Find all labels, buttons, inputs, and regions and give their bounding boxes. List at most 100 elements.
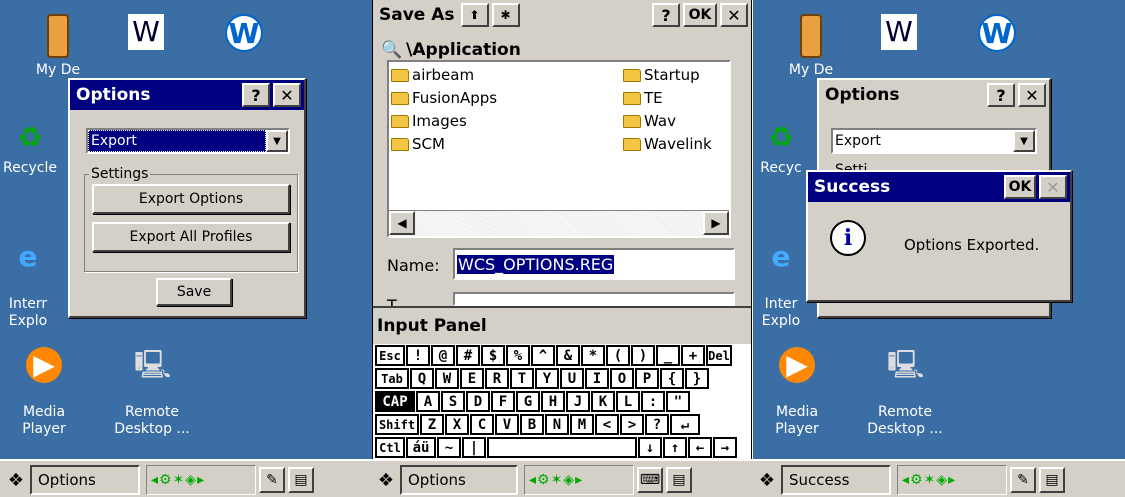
start-icon[interactable]: ❖ (2, 465, 30, 495)
keyboard-icon[interactable]: ⌨ (637, 467, 663, 493)
key[interactable]: @ (431, 345, 455, 366)
scroll-right-icon[interactable]: ▶ (703, 211, 729, 235)
export-combo[interactable]: Export ▼ (86, 128, 290, 154)
key[interactable]: : (641, 391, 665, 412)
windows-icon[interactable]: ▤ (666, 467, 692, 493)
folder-item[interactable]: SCM (391, 133, 497, 156)
key[interactable]: W (435, 368, 459, 389)
space-key[interactable] (487, 437, 637, 458)
key[interactable]: K (591, 391, 615, 412)
key[interactable]: { (660, 368, 684, 389)
key[interactable]: Ctl (375, 437, 405, 458)
export-options-button[interactable]: Export Options (92, 184, 290, 214)
task-options-button[interactable]: Options (400, 465, 518, 495)
key[interactable]: + (681, 345, 705, 366)
help-button[interactable]: ? (242, 83, 270, 107)
key[interactable]: " (666, 391, 690, 412)
key[interactable]: Q (410, 368, 434, 389)
ok-button[interactable]: OK (1004, 175, 1036, 199)
chevron-down-icon[interactable]: ▼ (1013, 130, 1035, 152)
key[interactable]: & (556, 345, 580, 366)
task-success-button[interactable]: Success (781, 465, 891, 495)
key[interactable]: P (635, 368, 659, 389)
key[interactable]: N (545, 414, 569, 435)
type-combo[interactable] (453, 292, 735, 306)
remote-desktop-icon[interactable]: 🖳 Remote Desktop ... (102, 330, 202, 438)
key[interactable]: I (585, 368, 609, 389)
media-player-icon[interactable]: ▶ Media Player (4, 330, 84, 438)
ok-button[interactable]: OK (683, 3, 717, 27)
folder-item[interactable]: FusionApps (391, 87, 497, 110)
filename-input[interactable]: WCS_OPTIONS.REG (453, 248, 735, 280)
key[interactable]: M (570, 414, 594, 435)
system-tray-icon[interactable]: ◂⚙✶◈▸ (524, 465, 634, 495)
save-button[interactable]: Save (156, 278, 232, 306)
key[interactable]: } (685, 368, 709, 389)
system-tray-icon[interactable]: ◂⚙✶◈▸ (146, 465, 256, 495)
windows-icon[interactable]: ▤ (1039, 467, 1065, 493)
key[interactable]: Z (420, 414, 444, 435)
key[interactable]: L (616, 391, 640, 412)
system-tray-icon[interactable]: ◂⚙✶◈▸ (897, 465, 1007, 495)
windows-icon[interactable]: ▤ (288, 467, 314, 493)
my-device-icon[interactable]: My De (8, 14, 108, 79)
key[interactable]: ↵ (670, 414, 700, 435)
key[interactable]: # (456, 345, 480, 366)
wavelink-shortcut-icon[interactable]: W (194, 14, 294, 56)
key[interactable]: X (445, 414, 469, 435)
key[interactable]: C (470, 414, 494, 435)
key[interactable]: áü (406, 437, 436, 458)
close-button[interactable]: ✕ (720, 3, 748, 27)
new-folder-icon[interactable]: ✱ (491, 3, 520, 27)
horizontal-scrollbar[interactable]: ◀ ▶ (389, 210, 729, 236)
key[interactable]: ! (406, 345, 430, 366)
key[interactable]: _ (656, 345, 680, 366)
key[interactable]: F (491, 391, 515, 412)
help-button[interactable]: ? (652, 3, 680, 27)
key[interactable]: | (462, 437, 486, 458)
folder-item[interactable]: airbeam (391, 64, 497, 87)
word-shortcut-icon[interactable]: W (96, 14, 196, 54)
folder-item[interactable]: Startup (623, 64, 712, 87)
folder-item[interactable]: TE (623, 87, 712, 110)
word-shortcut-icon[interactable]: W (849, 14, 949, 54)
key[interactable]: $ (481, 345, 505, 366)
export-all-profiles-button[interactable]: Export All Profiles (92, 222, 290, 252)
start-icon[interactable]: ❖ (753, 465, 781, 495)
key[interactable]: E (460, 368, 484, 389)
key[interactable]: O (610, 368, 634, 389)
key[interactable]: R (485, 368, 509, 389)
close-button[interactable]: ✕ (273, 83, 301, 107)
close-button[interactable]: ✕ (1039, 175, 1067, 199)
wavelink-shortcut-icon[interactable]: W (947, 14, 1047, 56)
folder-item[interactable]: Images (391, 110, 497, 133)
key[interactable]: H (541, 391, 565, 412)
key[interactable]: CAP (375, 391, 415, 412)
key[interactable]: S (441, 391, 465, 412)
chevron-down-icon[interactable]: ▼ (266, 130, 288, 152)
folder-item[interactable]: Wav (623, 110, 712, 133)
key[interactable]: ← (688, 437, 712, 458)
file-list[interactable]: airbeam FusionApps Images SCM Startup TE… (387, 60, 731, 238)
key[interactable]: Shift (375, 414, 419, 435)
key[interactable]: D (466, 391, 490, 412)
key[interactable]: * (581, 345, 605, 366)
media-player-icon[interactable]: ▶ Media Player (757, 330, 837, 438)
key[interactable]: ↑ (663, 437, 687, 458)
key[interactable]: Tab (375, 368, 409, 389)
key[interactable]: ) (631, 345, 655, 366)
key[interactable]: ? (645, 414, 669, 435)
pen-icon[interactable]: ✎ (1010, 467, 1036, 493)
key[interactable]: < (595, 414, 619, 435)
key[interactable]: ( (606, 345, 630, 366)
key[interactable]: Esc (375, 345, 405, 366)
help-button[interactable]: ? (987, 83, 1015, 107)
key[interactable]: ↓ (638, 437, 662, 458)
pen-icon[interactable]: ✎ (259, 467, 285, 493)
key[interactable]: > (620, 414, 644, 435)
key[interactable]: J (566, 391, 590, 412)
key[interactable]: Y (535, 368, 559, 389)
start-icon[interactable]: ❖ (372, 465, 400, 495)
export-combo[interactable]: Export ▼ (831, 128, 1037, 154)
key[interactable]: ^ (531, 345, 555, 366)
